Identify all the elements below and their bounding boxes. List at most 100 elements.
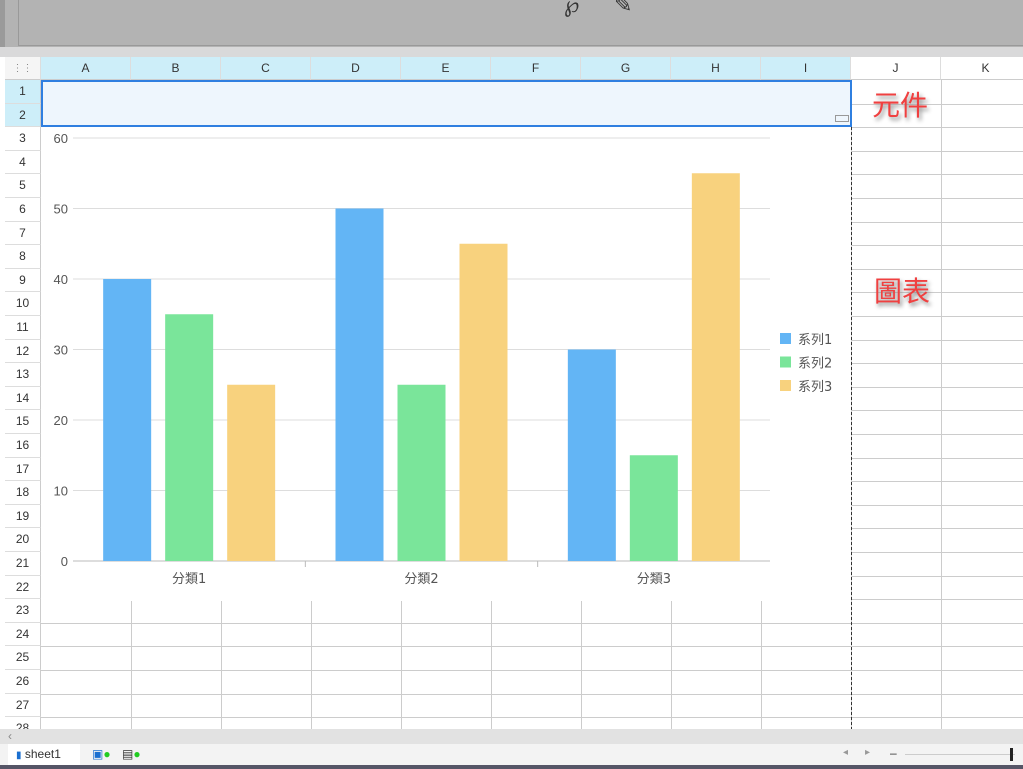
column-header[interactable]: C: [221, 57, 311, 80]
row-header[interactable]: 2: [5, 103, 41, 128]
row-gridline: [851, 221, 1023, 223]
row-header[interactable]: 25: [5, 646, 41, 670]
element-handle-icon[interactable]: [835, 115, 849, 122]
row-header[interactable]: 19: [5, 504, 41, 529]
sheet-icon: ▮: [16, 750, 22, 761]
zoom-slider-handle[interactable]: [1010, 748, 1013, 761]
row-header[interactable]: 17: [5, 457, 41, 482]
x-tick-label: 分類2: [404, 572, 438, 587]
annotation-chart: 圖表: [874, 275, 931, 308]
row-header[interactable]: 11: [5, 316, 41, 340]
row-gridline: [851, 174, 1023, 176]
separator: [0, 47, 1023, 57]
select-all-button[interactable]: ⋮⋮: [5, 57, 41, 80]
row-gridline: [851, 528, 1023, 530]
selected-range-element[interactable]: [41, 80, 852, 127]
column-header[interactable]: D: [311, 57, 401, 80]
annotation-component: 元件: [872, 89, 929, 122]
legend-swatch: [780, 380, 791, 391]
tab-label: sheet1: [24, 747, 61, 761]
row-gridline: [41, 717, 1023, 719]
row-gridline: [851, 575, 1023, 577]
column-header[interactable]: G: [581, 57, 671, 80]
add-report-icon[interactable]: ▤●: [122, 747, 141, 761]
row-gridline: [41, 622, 1023, 624]
x-tick-label: 分類1: [172, 572, 206, 587]
y-tick-label: 10: [54, 484, 68, 499]
zoom-slider[interactable]: [905, 754, 1015, 755]
link-icon[interactable]: ℘: [564, 0, 579, 18]
row-header[interactable]: 12: [5, 339, 41, 364]
column-header[interactable]: I: [761, 57, 851, 80]
y-tick-label: 30: [54, 343, 68, 358]
scroll-left-icon[interactable]: ‹: [8, 729, 12, 743]
row-gridline: [851, 316, 1023, 317]
row-header[interactable]: 27: [5, 693, 41, 718]
row-header[interactable]: 13: [5, 363, 41, 387]
page-break-line: [851, 127, 852, 730]
pen-icon[interactable]: ✎: [614, 0, 632, 18]
column-header[interactable]: J: [851, 57, 941, 80]
row-header[interactable]: 9: [5, 268, 41, 293]
row-header[interactable]: 15: [5, 410, 41, 434]
sheet-bar: ▮ sheet1 ▣● ▤● ◂ ▸ –: [0, 744, 1023, 765]
tab-sheet1[interactable]: ▮ sheet1: [8, 744, 80, 765]
x-tick-label: 分類3: [637, 572, 671, 587]
row-header[interactable]: 4: [5, 150, 41, 175]
column-header[interactable]: H: [671, 57, 761, 80]
zoom-out-icon[interactable]: –: [890, 746, 897, 760]
bar-系列2-分類3: [629, 455, 678, 561]
row-header[interactable]: 10: [5, 292, 41, 316]
row-header[interactable]: 6: [5, 198, 41, 222]
row-gridline: [851, 457, 1023, 459]
row-header[interactable]: 8: [5, 245, 41, 269]
legend-swatch: [780, 333, 791, 344]
toolbar-panel: ℘ ✎: [18, 0, 1023, 46]
row-gridline: [851, 198, 1023, 199]
row-header[interactable]: 23: [5, 599, 41, 623]
row-gridline: [851, 363, 1023, 365]
chart-svg: 0 10 20 30 40 50 60 分類1 分類2 分類3 系列1 系列2 系列3: [54, 131, 833, 587]
prev-sheet-icon[interactable]: ◂: [843, 747, 848, 758]
row-header[interactable]: 1: [5, 80, 41, 104]
row-gridline: [851, 386, 1023, 388]
row-header[interactable]: 16: [5, 434, 41, 458]
column-header[interactable]: E: [401, 57, 491, 80]
row-header[interactable]: 14: [5, 386, 41, 411]
taskbar-edge: [0, 765, 1023, 769]
row-gridline: [851, 552, 1023, 553]
row-header[interactable]: 20: [5, 528, 41, 552]
row-gridline: [851, 504, 1023, 506]
bar-系列1-分類2: [335, 208, 384, 561]
row-gridline: [851, 245, 1023, 247]
row-header[interactable]: 5: [5, 174, 41, 198]
y-tick-label: 0: [61, 554, 68, 569]
column-header[interactable]: K: [941, 57, 1023, 80]
row-gridline: [851, 481, 1023, 483]
bar-系列2-分類2: [397, 384, 446, 561]
column-header[interactable]: B: [131, 57, 221, 80]
column-header[interactable]: A: [41, 57, 131, 80]
row-gridline: [851, 434, 1023, 435]
toolbar-area: ℘ ✎: [0, 0, 1023, 47]
bar-chart[interactable]: 0 10 20 30 40 50 60 分類1 分類2 分類3 系列1 系列2 系列3: [41, 127, 851, 601]
y-tick-label: 50: [54, 202, 68, 217]
row-gridline: [851, 127, 1023, 129]
row-header[interactable]: 3: [5, 127, 41, 151]
row-header[interactable]: 26: [5, 670, 41, 694]
column-header[interactable]: F: [491, 57, 581, 80]
bar-系列3-分類3: [691, 173, 740, 561]
horizontal-scrollbar[interactable]: ‹: [0, 729, 1023, 744]
bar-系列2-分類1: [165, 314, 214, 561]
row-header[interactable]: 21: [5, 552, 41, 576]
row-header[interactable]: 7: [5, 221, 41, 246]
row-header[interactable]: 18: [5, 481, 41, 505]
legend-label: 系列1: [798, 333, 832, 348]
add-sheet-icon[interactable]: ▣●: [92, 747, 111, 761]
ruler: [0, 0, 5, 47]
bar-系列1-分類1: [103, 279, 152, 561]
next-sheet-icon[interactable]: ▸: [865, 747, 870, 758]
row-header[interactable]: 22: [5, 575, 41, 600]
row-gridline: [851, 150, 1023, 152]
row-header[interactable]: 24: [5, 622, 41, 647]
